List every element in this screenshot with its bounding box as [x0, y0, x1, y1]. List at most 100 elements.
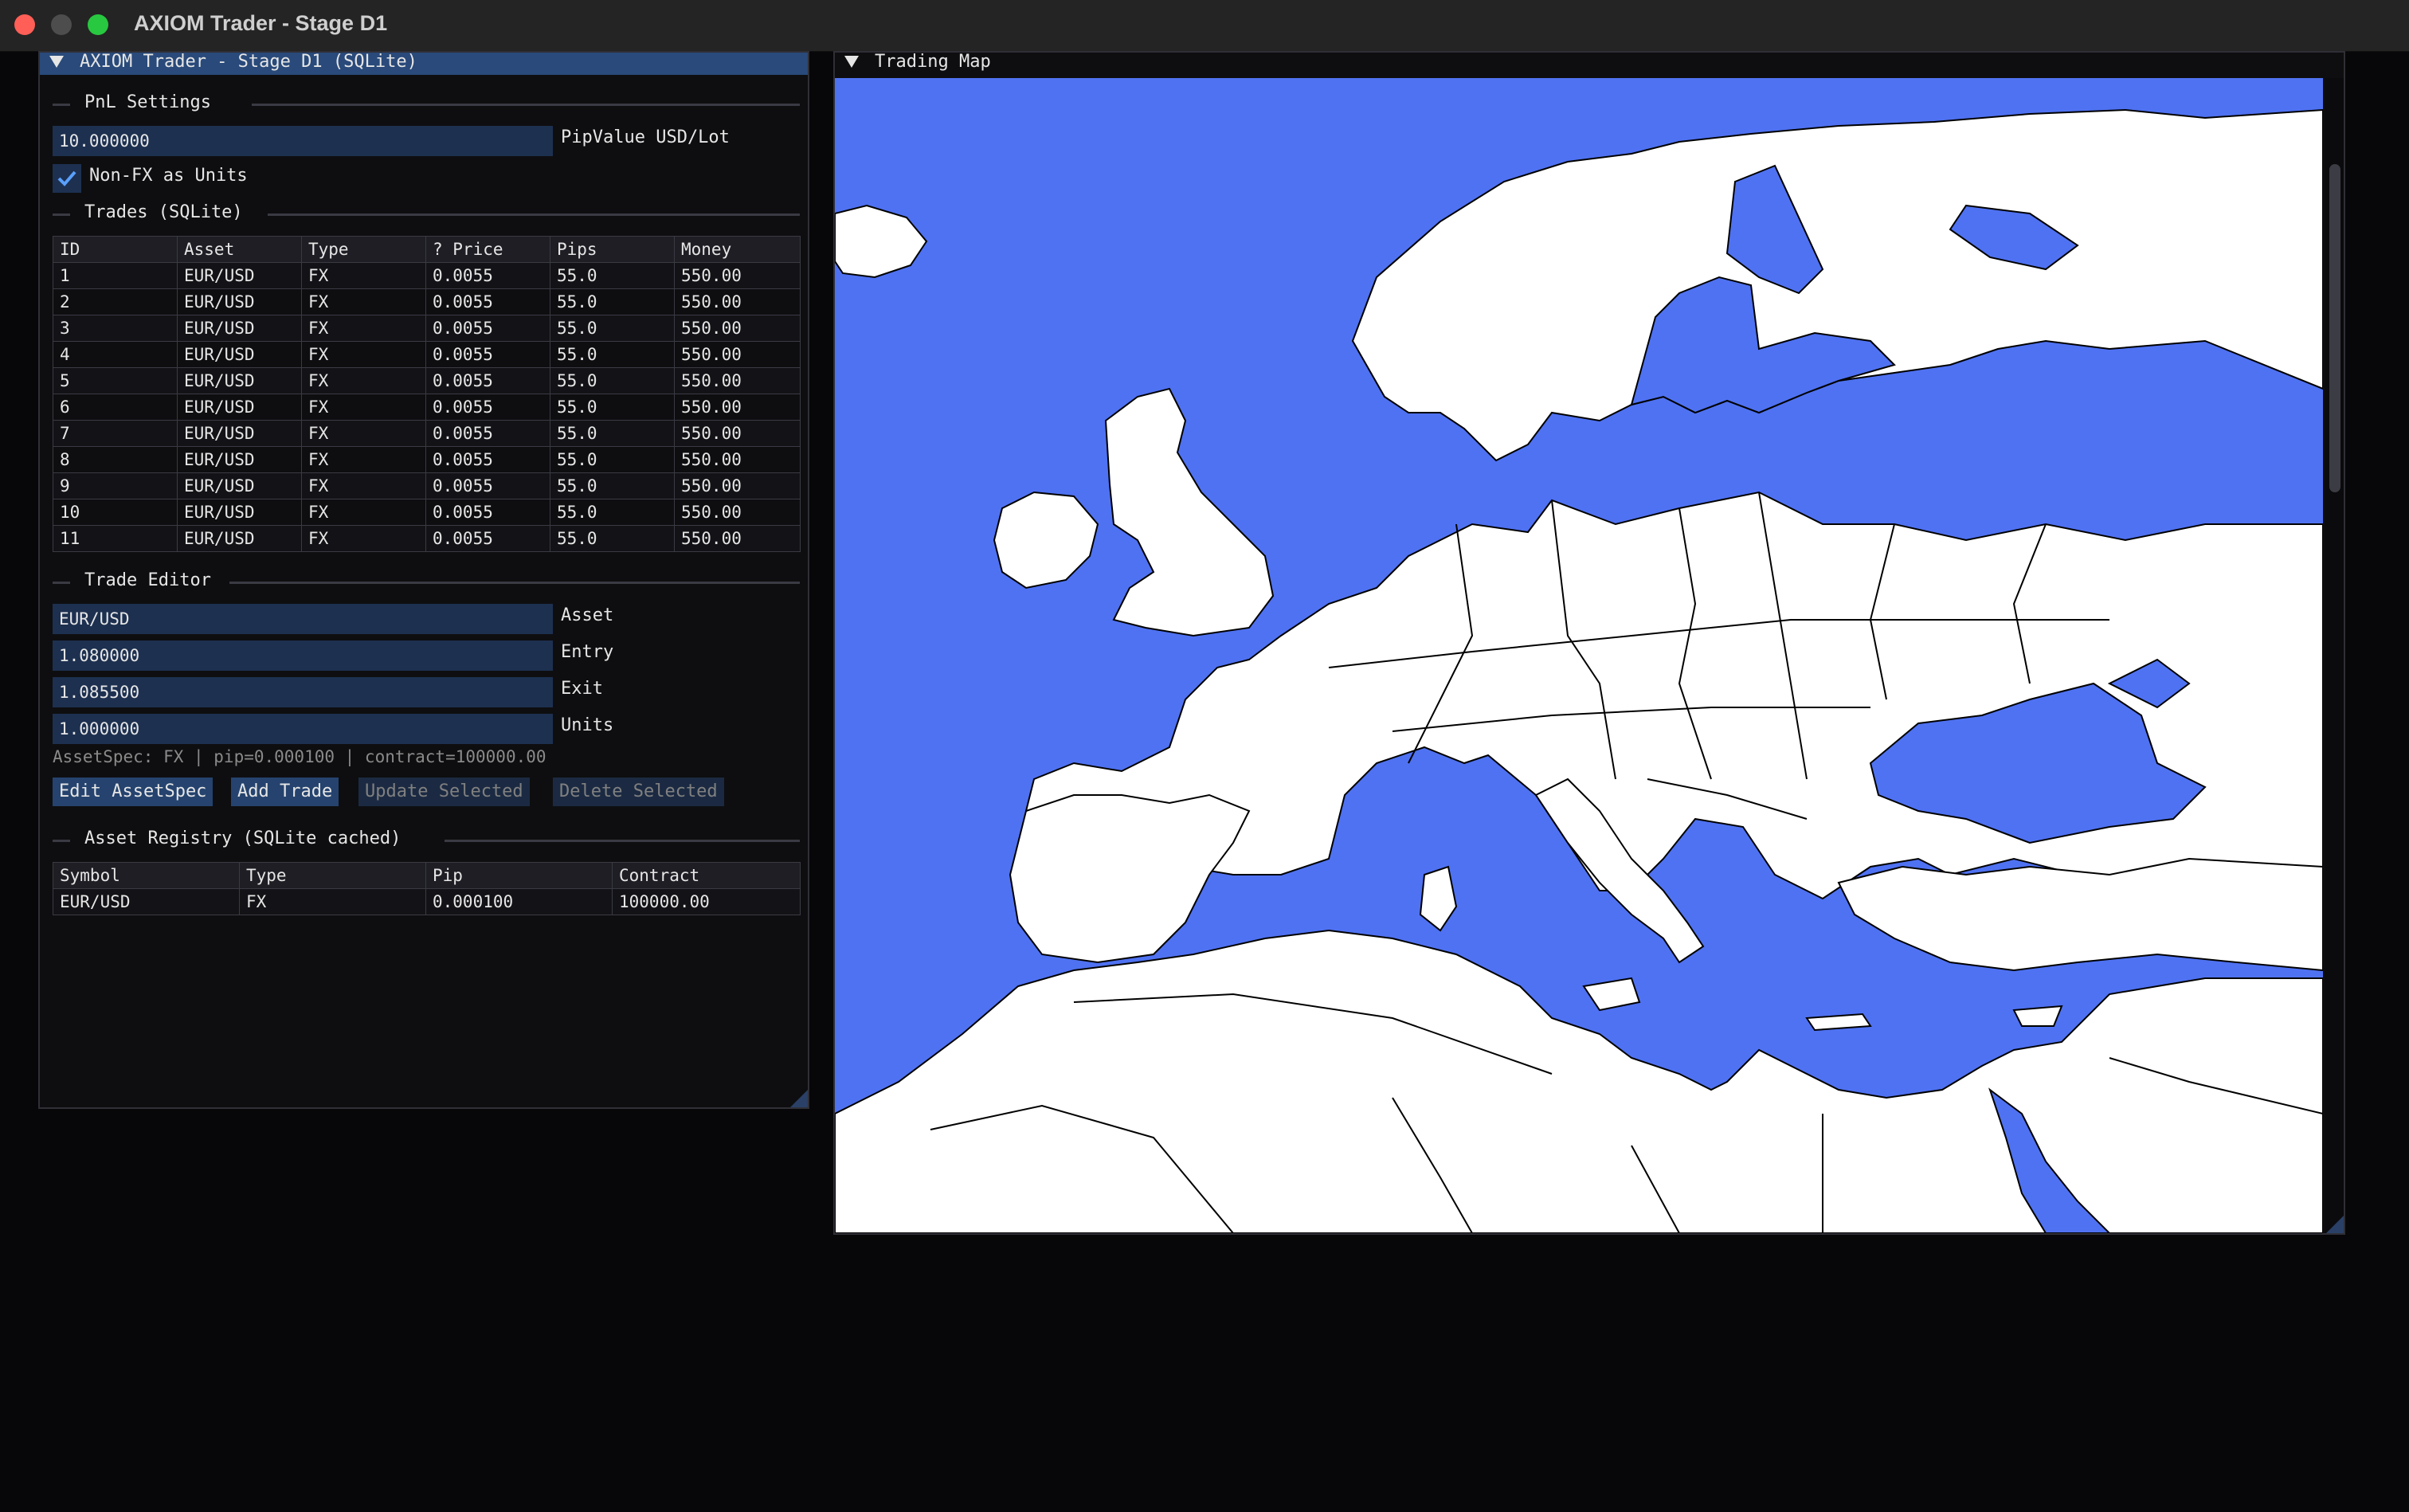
add-trade-button[interactable]: Add Trade [231, 778, 339, 806]
table-cell: FX [301, 288, 426, 315]
trade-row[interactable]: 2 EUR/USD FX 0.0055 55.0 550.00 [53, 288, 801, 315]
column-header[interactable]: Pip [425, 862, 613, 889]
europe-map[interactable] [835, 78, 2323, 1233]
table-cell: 4 [53, 341, 178, 368]
column-header[interactable]: Contract [612, 862, 801, 889]
table-cell: 11 [53, 525, 178, 552]
table-cell: EUR/USD [177, 367, 302, 394]
table-cell: FX [301, 420, 426, 447]
pnl-settings-label: PnL Settings [84, 92, 211, 112]
table-cell: 0.0055 [425, 472, 550, 499]
land-iceland [835, 204, 928, 279]
exit-input[interactable] [53, 677, 553, 707]
trade-row[interactable]: 3 EUR/USD FX 0.0055 55.0 550.00 [53, 315, 801, 342]
trade-row[interactable]: 4 EUR/USD FX 0.0055 55.0 550.00 [53, 341, 801, 368]
resize-grip[interactable] [790, 1090, 808, 1107]
trader-panel-title: AXIOM Trader - Stage D1 (SQLite) [80, 52, 417, 72]
column-header[interactable]: Type [239, 862, 426, 889]
trade-row[interactable]: 6 EUR/USD FX 0.0055 55.0 550.00 [53, 394, 801, 421]
land-north-africa [835, 929, 2323, 1233]
asset-registry-table: Symbol Type Pip Contract EUR/USD FX 0.000100 1… [53, 862, 801, 915]
trade-row[interactable]: 9 EUR/USD FX 0.0055 55.0 550.00 [53, 472, 801, 499]
table-cell: 0.000100 [425, 888, 613, 915]
table-cell: 0.0055 [425, 394, 550, 421]
minimize-window-button[interactable] [51, 14, 72, 35]
window-titlebar: AXIOM Trader - Stage D1 [0, 0, 2409, 52]
table-cell: 10 [53, 499, 178, 526]
table-cell: 550.00 [674, 525, 801, 552]
table-cell: 550.00 [674, 367, 801, 394]
table-cell: 55.0 [550, 394, 675, 421]
table-cell: 0.0055 [425, 446, 550, 473]
trading-map-header[interactable]: Trading Map [835, 52, 2344, 78]
table-cell: EUR/USD [177, 525, 302, 552]
trades-table: ID Asset Type? Price Pips Money 1 EUR/USD FX 0.… [53, 236, 801, 552]
table-cell: 550.00 [674, 472, 801, 499]
column-header[interactable]: ID [53, 236, 178, 263]
table-cell: 0.0055 [425, 315, 550, 342]
entry-input[interactable] [53, 640, 553, 671]
table-cell: EUR/USD [177, 262, 302, 289]
table-cell: FX [301, 341, 426, 368]
trader-panel-header[interactable]: AXIOM Trader - Stage D1 (SQLite) [40, 52, 808, 75]
table-cell: 550.00 [674, 315, 801, 342]
table-cell: 550.00 [674, 288, 801, 315]
non-fx-units-label: Non-FX as Units [89, 166, 248, 186]
table-cell: FX [239, 888, 426, 915]
land-britain [1104, 387, 1275, 637]
table-cell: 3 [53, 315, 178, 342]
trade-row[interactable]: 7 EUR/USD FX 0.0055 55.0 550.00 [53, 420, 801, 447]
table-cell: 9 [53, 472, 178, 499]
table-cell: 55.0 [550, 315, 675, 342]
asset-registry-separator: Asset Registry (SQLite cached) [53, 828, 800, 852]
trade-row[interactable]: 10 EUR/USD FX 0.0055 55.0 550.00 [53, 499, 801, 526]
edit-assetspec-button[interactable]: Edit AssetSpec [53, 778, 213, 806]
column-header[interactable]: Symbol [53, 862, 240, 889]
table-cell: 100000.00 [612, 888, 801, 915]
table-cell: 7 [53, 420, 178, 447]
table-cell: 2 [53, 288, 178, 315]
units-input[interactable] [53, 714, 553, 744]
trade-row[interactable]: 8 EUR/USD FX 0.0055 55.0 550.00 [53, 446, 801, 473]
table-cell: 55.0 [550, 367, 675, 394]
asset-row[interactable]: EUR/USD FX 0.000100 100000.00 [53, 888, 801, 915]
trade-editor-separator: Trade Editor [53, 570, 800, 594]
table-cell: EUR/USD [53, 888, 240, 915]
table-cell: EUR/USD [177, 288, 302, 315]
column-header[interactable]: ? Price [425, 236, 550, 263]
update-selected-button[interactable]: Update Selected [358, 778, 530, 806]
column-header[interactable]: Pips [550, 236, 675, 263]
checkmark-icon [57, 170, 76, 186]
map-scrollbar-thumb[interactable] [2329, 164, 2340, 492]
asset-label: Asset [561, 605, 614, 625]
table-cell: FX [301, 394, 426, 421]
table-cell: FX [301, 315, 426, 342]
units-label: Units [561, 715, 614, 735]
table-cell: 6 [53, 394, 178, 421]
table-cell: 550.00 [674, 499, 801, 526]
non-fx-units-checkbox[interactable] [53, 164, 81, 193]
pip-value-input[interactable] [53, 126, 553, 156]
table-cell: EUR/USD [177, 472, 302, 499]
table-cell: FX [301, 262, 426, 289]
delete-selected-button[interactable]: Delete Selected [553, 778, 724, 806]
map-resize-grip[interactable] [2326, 1216, 2344, 1233]
window-title: AXIOM Trader - Stage D1 [134, 11, 388, 35]
trade-row[interactable]: 1 EUR/USD FX 0.0055 55.0 550.00 [53, 262, 801, 289]
close-window-button[interactable] [14, 14, 35, 35]
trade-row[interactable]: 11 EUR/USD FX 0.0055 55.0 550.00 [53, 525, 801, 552]
asset-spec-text: AssetSpec: FX | pip=0.000100 | contract=… [53, 747, 546, 766]
column-header[interactable]: Type [301, 236, 426, 263]
collapse-arrow-icon[interactable] [844, 56, 859, 68]
table-cell: 550.00 [674, 262, 801, 289]
trading-map-canvas[interactable] [835, 78, 2323, 1233]
column-header[interactable]: Asset [177, 236, 302, 263]
zoom-window-button[interactable] [88, 14, 108, 35]
asset-input[interactable] [53, 604, 553, 634]
table-cell: FX [301, 367, 426, 394]
collapse-arrow-icon[interactable] [49, 56, 64, 68]
column-header[interactable]: Money [674, 236, 801, 263]
table-cell: 55.0 [550, 341, 675, 368]
table-cell: 0.0055 [425, 525, 550, 552]
trade-row[interactable]: 5 EUR/USD FX 0.0055 55.0 550.00 [53, 367, 801, 394]
